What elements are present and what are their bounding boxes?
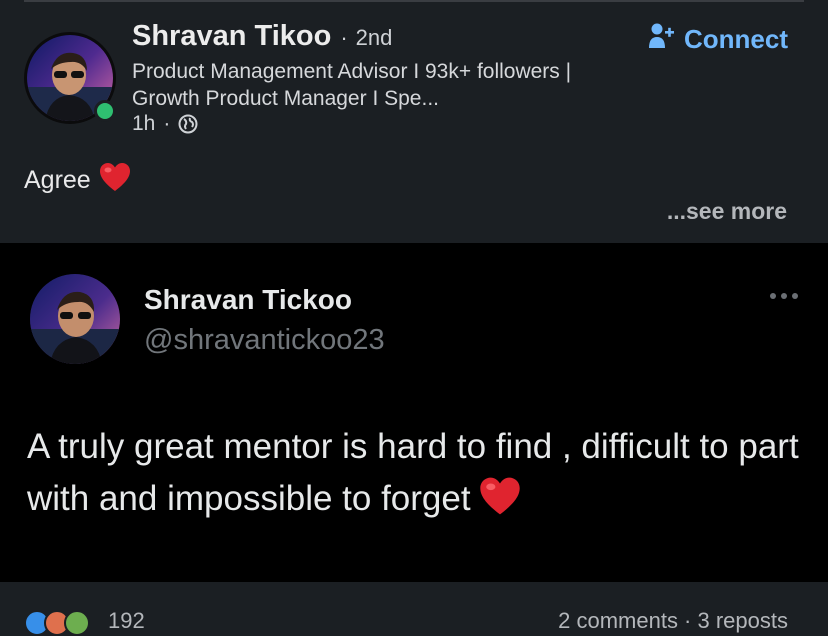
- embedded-tweet-image[interactable]: Shravan Tickoo @shravantickoo23 A truly …: [0, 243, 828, 582]
- reaction-count[interactable]: 192: [108, 608, 145, 634]
- see-more-link[interactable]: ...see more: [667, 198, 787, 225]
- tweet-author-handle: @shravantickoo23: [144, 324, 385, 356]
- tweet-avatar: [30, 274, 120, 364]
- reaction-icons[interactable]: [24, 610, 90, 636]
- post-text: Agree: [24, 162, 131, 199]
- post-text-content: Agree: [24, 166, 91, 194]
- heart-emoji: [99, 162, 131, 199]
- heart-emoji: [479, 476, 521, 531]
- post-meta: 1h ·: [132, 112, 198, 136]
- add-person-icon: [648, 22, 684, 57]
- author-name[interactable]: Shravan Tikoo: [132, 20, 331, 53]
- tweet-text-content: A truly great mentor is hard to find , d…: [27, 427, 799, 518]
- more-horizontal-icon: [770, 293, 798, 299]
- reactions-bar: 192 2 comments · 3 reposts: [0, 582, 828, 636]
- author-headline: Product Management Advisor I 93k+ follow…: [132, 60, 572, 110]
- name-separator: ·: [340, 25, 348, 50]
- author-name-line: Shravan Tikoo · 2nd: [132, 20, 392, 53]
- celebrate-icon: [64, 610, 90, 636]
- comments-count[interactable]: 2 comments · 3 reposts: [558, 608, 788, 634]
- meta-separator: ·: [163, 112, 171, 135]
- online-status-indicator: [94, 100, 116, 122]
- connect-button[interactable]: Connect: [648, 22, 788, 57]
- tweet-author-name: Shravan Tickoo: [144, 284, 353, 315]
- top-divider: [24, 0, 804, 2]
- post-time: 1h: [132, 112, 156, 135]
- author-avatar[interactable]: [24, 32, 116, 124]
- tweet-text: A truly great mentor is hard to find , d…: [27, 421, 817, 531]
- globe-icon: [178, 114, 198, 134]
- connection-degree: 2nd: [355, 25, 393, 50]
- connect-label: Connect: [684, 24, 788, 54]
